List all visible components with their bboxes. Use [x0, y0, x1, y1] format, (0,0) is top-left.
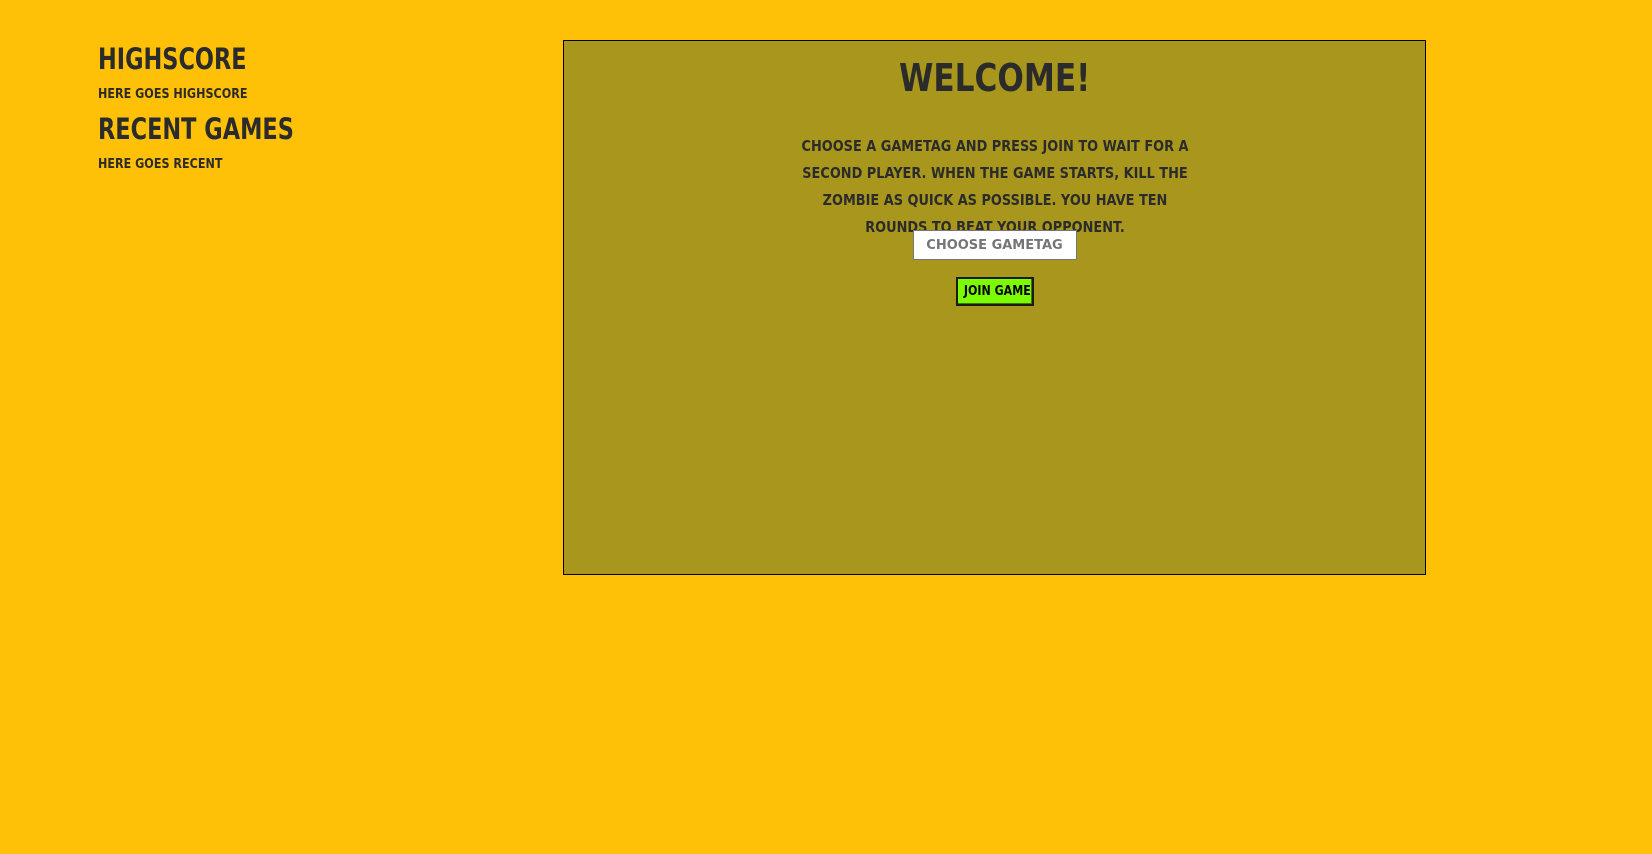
game-panel: Welcome! Choose a gametag and press join…	[563, 40, 1426, 575]
instructions: Choose a gametag and press join to wait …	[765, 133, 1225, 241]
sidebar: Highscore Here goes highscore Recent gam…	[98, 40, 458, 180]
recent-games-title: Recent games	[98, 112, 294, 146]
recent-games-text: Here goes recent	[98, 157, 223, 172]
highscore-text: Here goes highscore	[98, 87, 248, 102]
welcome-title: Welcome!	[564, 53, 1425, 103]
join-game-label: Join game	[963, 284, 1031, 299]
instructions-text: Choose a gametag and press join to wait …	[800, 137, 1189, 236]
page: Highscore Here goes highscore Recent gam…	[0, 0, 1652, 854]
join-game-button[interactable]: Join game	[955, 277, 1034, 306]
welcome-title-text: Welcome!	[898, 56, 1091, 100]
gametag-input[interactable]	[912, 230, 1077, 260]
highscore-title: Highscore	[98, 42, 247, 76]
